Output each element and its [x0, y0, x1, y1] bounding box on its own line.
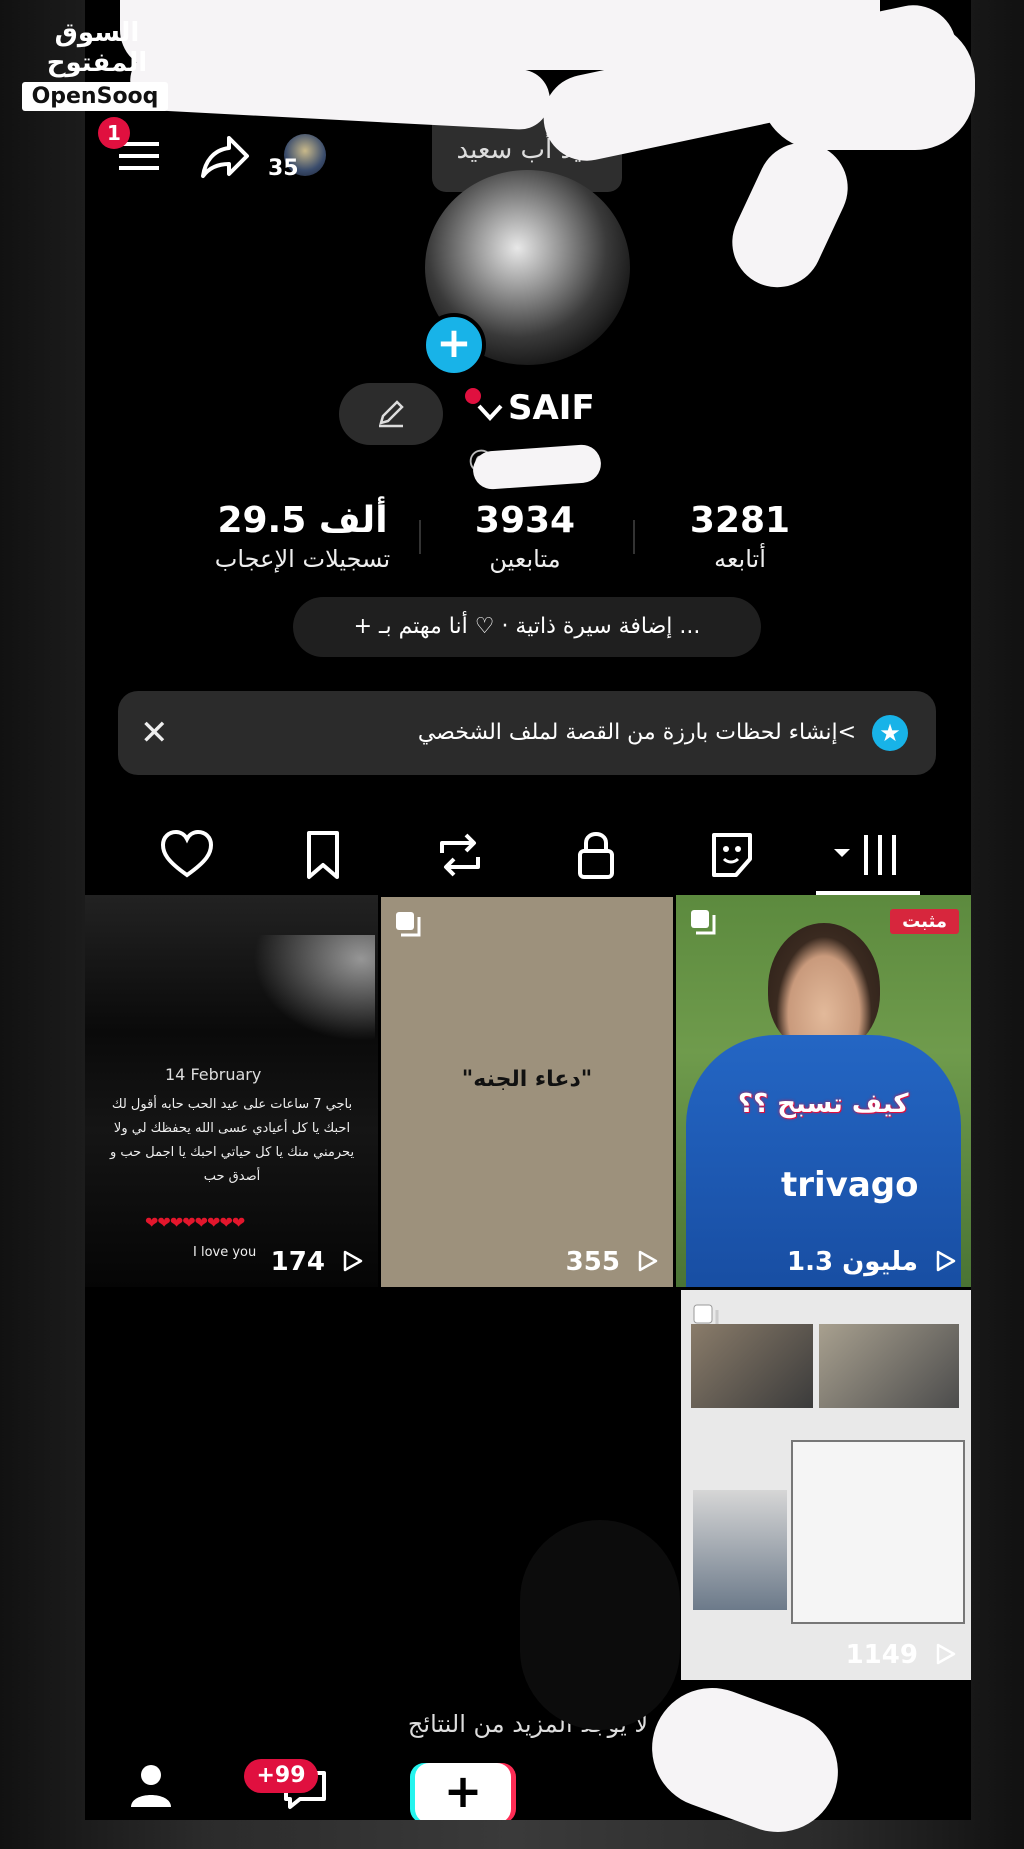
multi-photo-icon: [691, 910, 716, 935]
phone-screen: 1 35 عيد أب سعيد + SAIF @yo... 3281 أتاب…: [85, 0, 971, 1820]
followers-count: 3934: [474, 500, 576, 541]
friends-button[interactable]: 35: [268, 134, 326, 184]
play-icon: [343, 1250, 363, 1272]
opensooq-watermark: السوق المفتوح OpenSooq: [22, 18, 172, 111]
no-more-results: لا يوجد المزيد من النتائج: [407, 1710, 649, 1738]
post-footer: I love you: [193, 1245, 257, 1260]
private-tab[interactable]: [566, 825, 626, 885]
edit-profile-button[interactable]: [339, 383, 443, 445]
username[interactable]: SAIF: [508, 388, 595, 428]
videos-tab[interactable]: [830, 825, 910, 885]
share-icon: [201, 136, 249, 178]
account-switch-chevron[interactable]: [475, 400, 505, 428]
likes-count: 29.5 ألف: [217, 500, 388, 541]
inbox-badge: +99: [244, 1759, 318, 1793]
post-caption: باجي 7 ساعات على عيد الحب حابه أقول لك ا…: [109, 1097, 355, 1184]
post-tile[interactable]: 14 February باجي 7 ساعات على عيد الحب حا…: [85, 895, 378, 1287]
share-button[interactable]: [199, 134, 251, 184]
view-count-value: 355: [565, 1247, 620, 1277]
reposts-tab[interactable]: [430, 825, 490, 885]
lock-icon: [578, 832, 614, 879]
post-date: 14 February: [165, 1065, 262, 1084]
favorites-tab[interactable]: [293, 825, 353, 885]
grid-icon: [834, 835, 896, 875]
following-count: 3281: [689, 500, 791, 541]
highlight-banner[interactable]: ★ إنشاء لحظات بارزة من القصة لملف الشخصي…: [118, 691, 936, 775]
post-tile[interactable]: مثبت كيف تسبح ؟؟ trivago 1.3 مليون: [676, 895, 971, 1287]
hearts-row: ❤❤❤❤❤❤❤❤: [145, 1213, 245, 1232]
liked-tab[interactable]: [157, 825, 217, 885]
likes-label: تسجيلات الإعجاب: [214, 545, 391, 573]
play-icon: [638, 1250, 658, 1272]
add-story-button[interactable]: +: [422, 313, 486, 377]
view-count: 174: [271, 1247, 364, 1277]
bottom-nav: + +99: [85, 1745, 971, 1820]
player-head: [768, 923, 880, 1053]
post-title: "دعاء الجنه": [461, 1067, 593, 1092]
scribble-overlay: [760, 20, 975, 150]
pencil-icon: [379, 400, 404, 428]
person-icon: [131, 1765, 171, 1807]
bookmark-icon: [307, 831, 339, 879]
create-button[interactable]: +: [415, 1763, 511, 1820]
add-bio-button[interactable]: + إضافة سيرة ذاتية · ♡ أنا مهتم بـ ...: [293, 597, 761, 657]
dark-smudge: [520, 1520, 680, 1730]
photo-thumb: [691, 1324, 813, 1408]
star-badge-icon: ★: [872, 715, 908, 751]
play-icon: [936, 1643, 956, 1665]
chevron-down-icon: [477, 404, 503, 421]
post-tile[interactable]: "دعاء الجنه" 355: [381, 897, 673, 1287]
multi-photo-icon: [396, 912, 421, 937]
jersey-sponsor: trivago: [781, 1165, 919, 1205]
pinned-badge: مثبت: [890, 909, 959, 934]
watermark-arabic: السوق المفتوح: [46, 18, 148, 78]
view-count: 1.3 مليون: [787, 1247, 957, 1277]
followers-label: متابعين: [489, 545, 561, 573]
stats-divider: [419, 520, 421, 554]
menu-notification-badge: 1: [98, 117, 130, 149]
photo-thumb: [693, 1490, 787, 1610]
view-count-value: 1149: [845, 1640, 918, 1670]
view-count: 355: [566, 1247, 659, 1277]
play-icon: [936, 1250, 956, 1272]
highlight-banner-text: إنشاء لحظات بارزة من القصة لملف الشخصي<: [417, 720, 856, 745]
stickers-tab[interactable]: [702, 825, 762, 885]
friends-count: 35: [268, 156, 299, 181]
view-count: 1149: [846, 1640, 957, 1670]
followers-stat[interactable]: 3934 متابعين: [445, 500, 605, 573]
photo-thumb: [819, 1324, 959, 1408]
stats-divider: [633, 520, 635, 554]
post-caption: كيف تسبح ؟؟: [738, 1089, 909, 1119]
following-label: أتابعه: [714, 545, 766, 573]
profile-tabs: [85, 815, 971, 895]
handwritten-note: [791, 1440, 965, 1624]
handle-redaction: [471, 443, 603, 491]
view-count-value: 174: [270, 1247, 325, 1277]
view-count-value: 1.3 مليون: [786, 1247, 918, 1277]
light-streaks: [235, 935, 375, 1055]
following-stat[interactable]: 3281 أتابعه: [670, 500, 810, 573]
post-tile[interactable]: 1149: [681, 1290, 971, 1680]
profile-tab[interactable]: [127, 1761, 175, 1813]
likes-stat[interactable]: 29.5 ألف تسجيلات الإعجاب: [200, 500, 405, 573]
repost-icon: [440, 833, 480, 877]
heart-icon: [160, 829, 214, 878]
plus-icon: +: [443, 1764, 483, 1818]
close-icon[interactable]: ✕: [140, 713, 169, 753]
watermark-english: OpenSooq: [22, 82, 168, 111]
sticker-icon: [712, 833, 752, 877]
